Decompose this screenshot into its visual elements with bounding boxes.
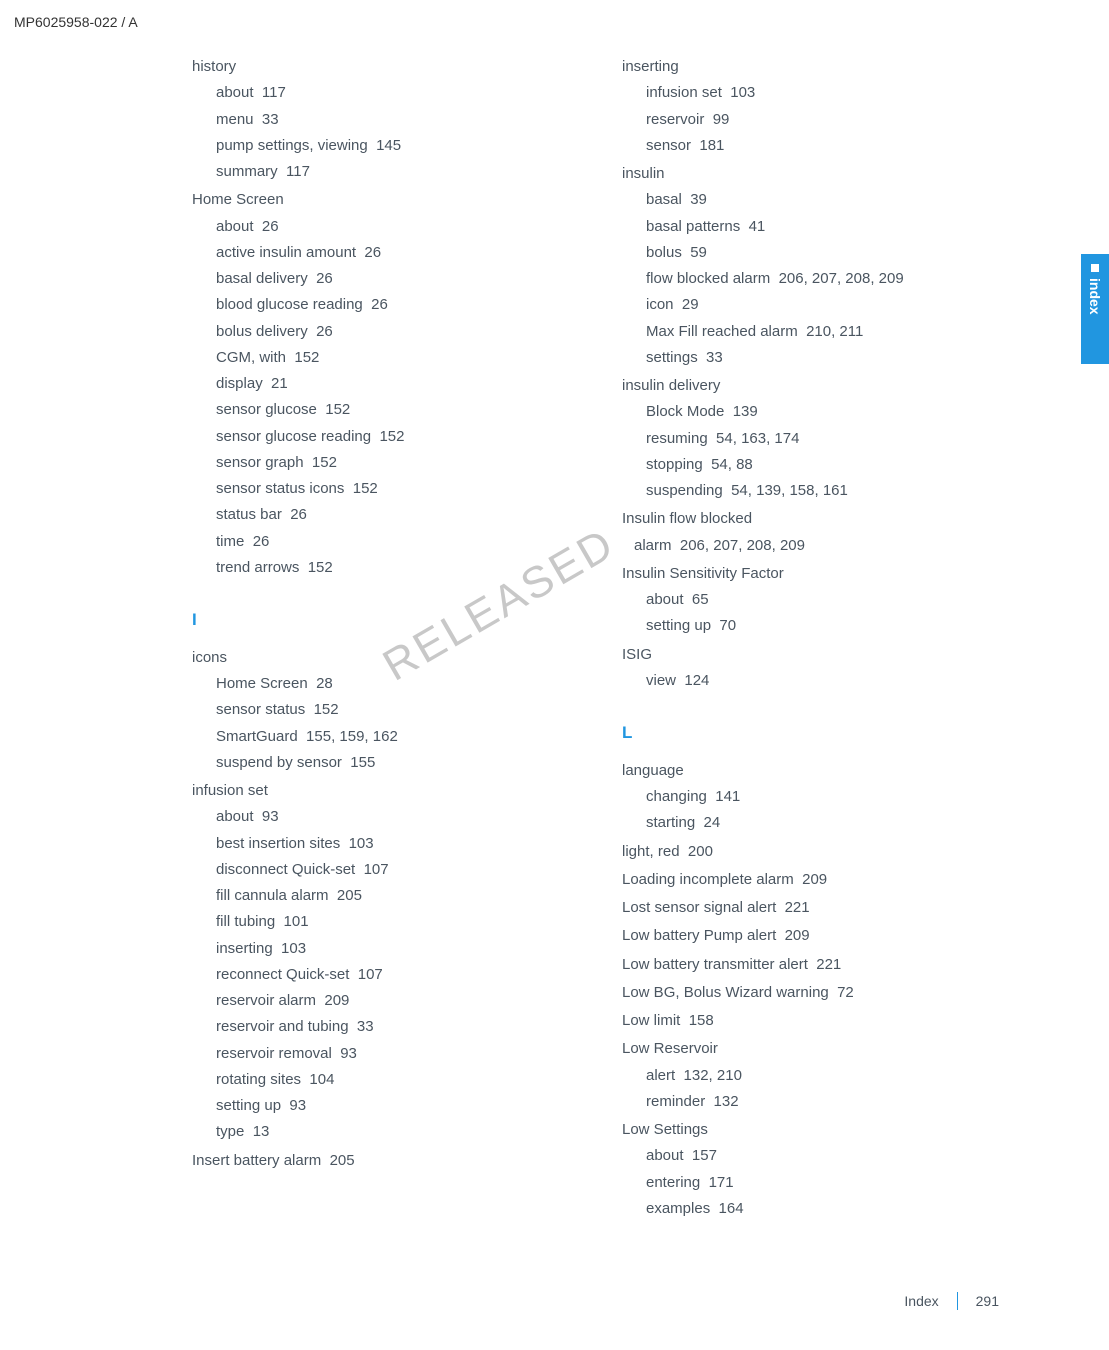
index-sub: pump settings, viewing 145: [216, 133, 562, 159]
index-sub: bolus 59: [646, 240, 992, 266]
footer-section-label: Index: [904, 1293, 938, 1309]
index-entry: light, red 200: [622, 839, 992, 865]
index-heading: icons: [192, 645, 562, 671]
index-sub: reservoir alarm 209: [216, 988, 562, 1014]
index-sub: inserting 103: [216, 936, 562, 962]
index-sub: reservoir removal 93: [216, 1041, 562, 1067]
index-sub: Max Fill reached alarm 210, 211: [646, 319, 992, 345]
index-sub: SmartGuard 155, 159, 162: [216, 724, 562, 750]
index-sub: fill cannula alarm 205: [216, 883, 562, 909]
page-footer: Index 291: [904, 1292, 999, 1310]
index-sub: blood glucose reading 26: [216, 292, 562, 318]
index-heading: Home Screen: [192, 187, 562, 213]
index-heading: insulin delivery: [622, 373, 992, 399]
index-sub: reservoir and tubing 33: [216, 1014, 562, 1040]
index-sub: reservoir 99: [646, 107, 992, 133]
index-sub: about 117: [216, 80, 562, 106]
index-sub: basal delivery 26: [216, 266, 562, 292]
index-sub: reminder 132: [646, 1089, 992, 1115]
index-sub: Home Screen 28: [216, 671, 562, 697]
index-sub: resuming 54, 163, 174: [646, 426, 992, 452]
index-entry: Low BG, Bolus Wizard warning 72: [622, 980, 992, 1006]
side-tab-index: index: [1081, 254, 1109, 364]
index-sub: fill tubing 101: [216, 909, 562, 935]
index-sub: bolus delivery 26: [216, 319, 562, 345]
index-sub: summary 117: [216, 159, 562, 185]
index-heading: history: [192, 54, 562, 80]
index-entry: Insert battery alarm 205: [192, 1148, 562, 1174]
index-sub: sensor glucose reading 152: [216, 424, 562, 450]
index-sub: examples 164: [646, 1196, 992, 1222]
index-sub: trend arrows 152: [216, 555, 562, 581]
index-sub: sensor glucose 152: [216, 397, 562, 423]
index-sub: sensor 181: [646, 133, 992, 159]
index-sub: alarm 206, 207, 208, 209: [634, 533, 992, 559]
index-sub: basal 39: [646, 187, 992, 213]
index-sub: status bar 26: [216, 502, 562, 528]
index-sub: type 13: [216, 1119, 562, 1145]
index-sub: about 93: [216, 804, 562, 830]
index-sub: menu 33: [216, 107, 562, 133]
index-sub: entering 171: [646, 1170, 992, 1196]
index-heading: inserting: [622, 54, 992, 80]
index-sub: display 21: [216, 371, 562, 397]
index-content: history about 117 menu 33 pump settings,…: [192, 52, 992, 1222]
index-sub: disconnect Quick-set 107: [216, 857, 562, 883]
index-sub: CGM, with 152: [216, 345, 562, 371]
index-sub: changing 141: [646, 784, 992, 810]
index-sub: alert 132, 210: [646, 1063, 992, 1089]
footer-page-number: 291: [976, 1293, 999, 1309]
index-sub: Block Mode 139: [646, 399, 992, 425]
index-entry: Lost sensor signal alert 221: [622, 895, 992, 921]
index-heading: language: [622, 758, 992, 784]
index-sub: active insulin amount 26: [216, 240, 562, 266]
index-heading: Insulin flow blocked: [622, 506, 992, 532]
index-sub: infusion set 103: [646, 80, 992, 106]
index-sub: suspending 54, 139, 158, 161: [646, 478, 992, 504]
index-sub: setting up 93: [216, 1093, 562, 1119]
index-sub: sensor status icons 152: [216, 476, 562, 502]
index-sub: stopping 54, 88: [646, 452, 992, 478]
index-heading: Insulin Sensitivity Factor: [622, 561, 992, 587]
index-letter-i: I: [192, 605, 562, 635]
index-sub: suspend by sensor 155: [216, 750, 562, 776]
index-sub: basal patterns 41: [646, 214, 992, 240]
index-col-right: inserting infusion set 103 reservoir 99 …: [622, 52, 992, 1222]
index-entry: Loading incomplete alarm 209: [622, 867, 992, 893]
index-entry: Low battery transmitter alert 221: [622, 952, 992, 978]
index-heading: Low Settings: [622, 1117, 992, 1143]
header-doc-code: MP6025958-022 / A: [14, 14, 138, 30]
index-sub: sensor status 152: [216, 697, 562, 723]
index-sub: flow blocked alarm 206, 207, 208, 209: [646, 266, 992, 292]
index-heading: infusion set: [192, 778, 562, 804]
footer-divider: [957, 1292, 958, 1310]
index-col-left: history about 117 menu 33 pump settings,…: [192, 52, 562, 1222]
index-entry: Low battery Pump alert 209: [622, 923, 992, 949]
index-sub: reconnect Quick-set 107: [216, 962, 562, 988]
index-sub: about 26: [216, 214, 562, 240]
index-sub: rotating sites 104: [216, 1067, 562, 1093]
side-tab-label: index: [1087, 278, 1103, 315]
index-heading: Low Reservoir: [622, 1036, 992, 1062]
index-entry: Low limit 158: [622, 1008, 992, 1034]
index-letter-l: L: [622, 718, 992, 748]
index-heading: insulin: [622, 161, 992, 187]
index-sub: about 157: [646, 1143, 992, 1169]
index-sub: icon 29: [646, 292, 992, 318]
index-sub: setting up 70: [646, 613, 992, 639]
index-sub: view 124: [646, 668, 992, 694]
square-icon: [1091, 264, 1099, 272]
index-heading: ISIG: [622, 642, 992, 668]
index-sub: about 65: [646, 587, 992, 613]
index-sub: time 26: [216, 529, 562, 555]
index-sub: settings 33: [646, 345, 992, 371]
index-sub: starting 24: [646, 810, 992, 836]
index-sub: best insertion sites 103: [216, 831, 562, 857]
index-sub: sensor graph 152: [216, 450, 562, 476]
